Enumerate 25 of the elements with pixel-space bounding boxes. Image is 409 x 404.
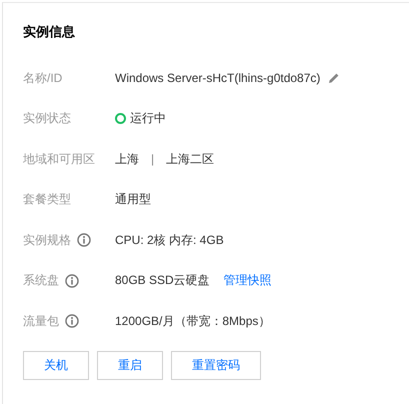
field-label: 套餐类型: [23, 191, 71, 208]
snapshot-link[interactable]: 管理快照: [224, 272, 272, 290]
field-value: 通用型: [115, 191, 151, 208]
field-label: 实例状态: [23, 110, 71, 128]
field-value: 上海: [115, 150, 139, 168]
field-value: 上海二区: [166, 150, 214, 168]
pencil-icon[interactable]: [328, 72, 340, 84]
action-button[interactable]: 重置密码: [171, 350, 261, 380]
action-button[interactable]: 关机: [23, 350, 89, 380]
panel-title: 实例信息: [23, 23, 75, 41]
field-value: 80GB SSD云硬盘: [115, 272, 210, 290]
field-value: Windows Server-sHcT(lhins-g0tdo87c): [115, 71, 320, 86]
info-icon[interactable]: [65, 314, 79, 328]
field-label: 系统盘: [23, 272, 59, 290]
action-button[interactable]: 重启: [97, 350, 163, 380]
field-value: 1200GB/月（带宽：8Mbps）: [115, 312, 270, 330]
field-label: 名称/ID: [23, 70, 62, 87]
field-value: CPU: 2核 内存: 4GB: [115, 232, 224, 249]
field-label: 地域和可用区: [23, 150, 95, 168]
separator: |: [151, 152, 154, 166]
info-icon[interactable]: [77, 233, 91, 248]
status-text: 运行中: [130, 110, 166, 128]
field-label: 流量包: [23, 312, 59, 330]
info-icon[interactable]: [65, 274, 79, 288]
field-label: 实例规格: [23, 232, 71, 249]
